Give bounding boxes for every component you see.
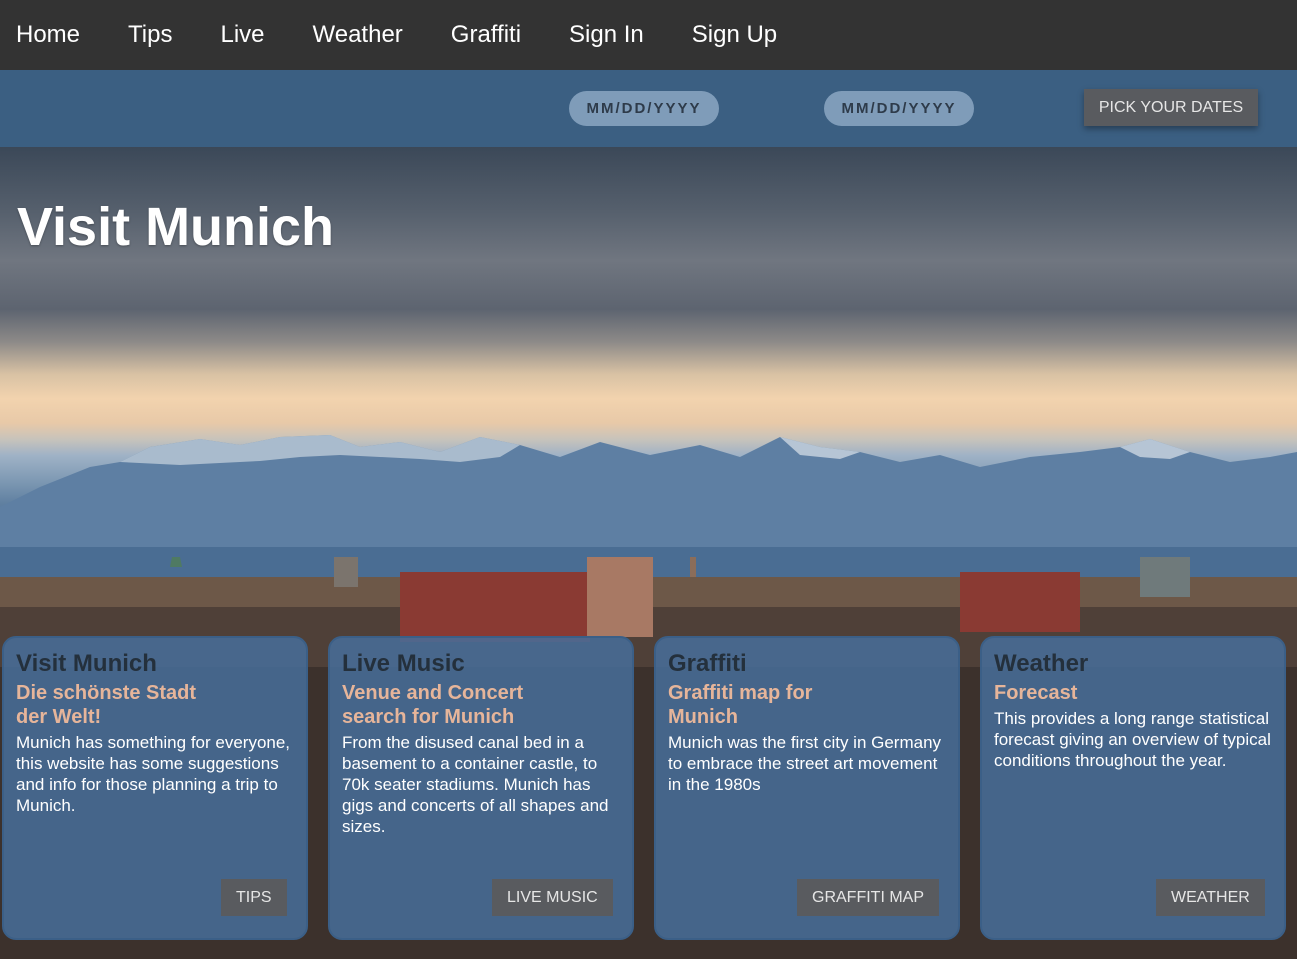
graffiti-map-button[interactable]: GRAFFITI MAP — [797, 879, 939, 916]
card-subtitle: Graffiti map for Munich — [668, 682, 813, 728]
hero-title: Visit Munich — [17, 197, 335, 257]
nav-sign-up-link[interactable]: Sign Up — [692, 21, 777, 49]
card-text: Munich was the first city in Germany to … — [668, 733, 942, 794]
card-title: Visit Munich — [16, 650, 157, 677]
tips-button[interactable]: TIPS — [221, 879, 287, 916]
live-music-button[interactable]: LIVE MUSIC — [492, 879, 613, 916]
card-title: Weather — [994, 650, 1089, 677]
card-text: Munich has something for everyone, this … — [16, 733, 291, 815]
nav-sign-in-link[interactable]: Sign In — [569, 21, 644, 49]
date-picker-bar: PICK YOUR DATES — [0, 70, 1297, 147]
nav-tips-link[interactable]: Tips — [128, 21, 172, 49]
card-subtitle: Venue and Concert search for Munich — [342, 682, 524, 728]
end-date-input[interactable] — [824, 91, 974, 126]
card-text: This provides a long range statistical f… — [994, 709, 1271, 770]
card-visit-munich: Visit Munich Die schönste Stadt der Welt… — [2, 636, 308, 940]
nav-live-link[interactable]: Live — [220, 21, 264, 49]
nav-weather-link[interactable]: Weather — [313, 21, 403, 49]
start-date-input[interactable] — [569, 91, 719, 126]
top-navigation: Home Tips Live Weather Graffiti Sign In … — [0, 0, 1297, 70]
card-title: Graffiti — [668, 650, 747, 677]
nav-graffiti-link[interactable]: Graffiti — [451, 21, 521, 49]
card-graffiti: Graffiti Graffiti map for Munich Munich … — [654, 636, 960, 940]
pick-dates-button[interactable]: PICK YOUR DATES — [1084, 89, 1258, 126]
weather-button[interactable]: WEATHER — [1156, 879, 1265, 916]
nav-home-link[interactable]: Home — [16, 21, 80, 49]
card-weather: Weather Forecast This provides a long ra… — [980, 636, 1286, 940]
card-subtitle: Die schönste Stadt der Welt! — [16, 682, 197, 728]
card-subtitle: Forecast — [994, 682, 1078, 704]
card-text: From the disused canal bed in a basement… — [342, 733, 609, 836]
card-title: Live Music — [342, 650, 465, 677]
card-live-music: Live Music Venue and Concert search for … — [328, 636, 634, 940]
